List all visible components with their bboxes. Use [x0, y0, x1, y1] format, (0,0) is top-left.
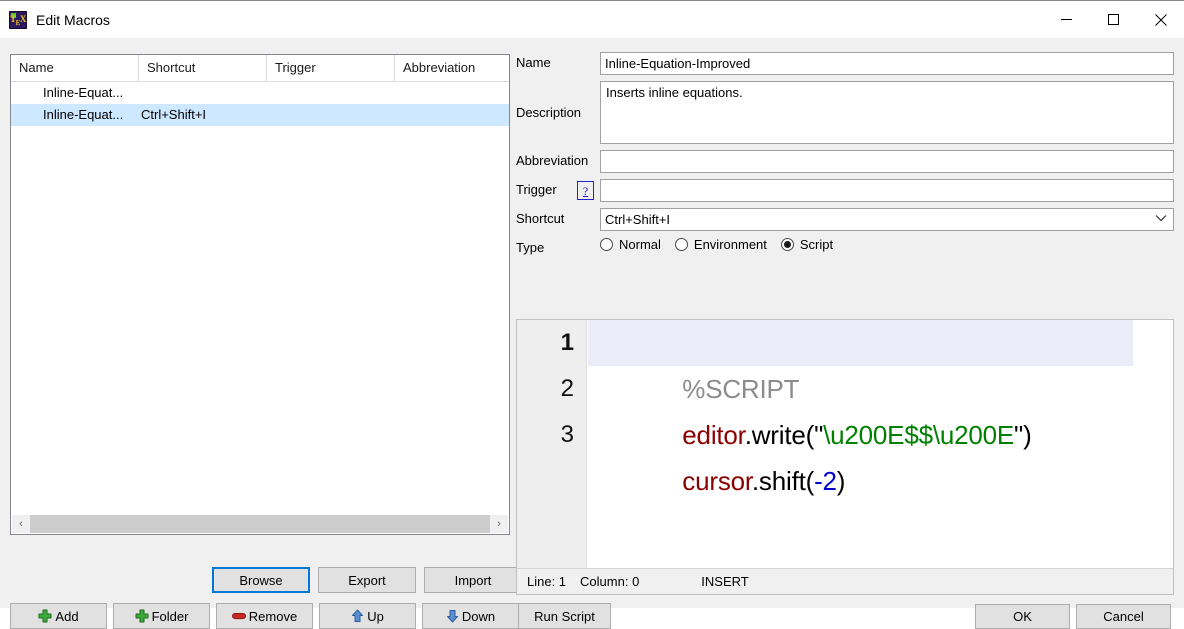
list-edit-buttons: Add Folder Remove Up Down [10, 603, 519, 629]
remove-button-label: Remove [248, 608, 298, 624]
move-down-button[interactable]: Down [422, 603, 519, 629]
add-button-label: Add [55, 608, 79, 624]
editor-status-bar: Line: 1 Column: 0 INSERT [517, 568, 1173, 594]
move-up-button-label: Up [367, 608, 384, 624]
line-number: 3 [560, 421, 574, 448]
status-line: Line: 1 [527, 574, 567, 589]
table-row[interactable]: Inline-Equat... Ctrl+Shift+I [11, 104, 509, 126]
type-radio-group: Normal Environment Script [600, 237, 847, 252]
status-insert-mode: INSERT [701, 574, 749, 589]
run-script-button[interactable]: Run Script [518, 603, 611, 629]
move-up-button[interactable]: Up [319, 603, 416, 629]
radio-script[interactable]: Script [780, 237, 834, 252]
code-token: ") [1014, 420, 1032, 450]
arrow-down-icon [446, 609, 459, 623]
shortcut-selected-value: Ctrl+Shift+I [605, 212, 671, 227]
edit-macros-dialog: TEX Edit Macros Name Shortcut Trigger Ab… [0, 0, 1184, 629]
code-token: .write(" [744, 420, 824, 450]
chevron-down-icon [1155, 209, 1169, 230]
radio-script-indicator [780, 238, 794, 251]
macro-list-header: Name Shortcut Trigger Abbreviation [11, 55, 509, 82]
title-bar: TEX Edit Macros [0, 0, 1184, 38]
column-header-name[interactable]: Name [11, 55, 139, 81]
code-token: \u200E$$\u200E [823, 420, 1015, 450]
abbreviation-input[interactable] [600, 150, 1174, 173]
plus-icon [135, 609, 149, 623]
trigger-row: Trigger ? [516, 179, 1174, 202]
macro-list[interactable]: Name Shortcut Trigger Abbreviation Inlin… [10, 54, 510, 535]
export-button[interactable]: Export [318, 567, 416, 593]
abbreviation-row: Abbreviation [516, 150, 1174, 173]
radio-environment[interactable]: Environment [674, 237, 767, 252]
add-button[interactable]: Add [10, 603, 107, 629]
description-textarea[interactable]: Inserts inline equations. [600, 81, 1174, 144]
code-token: editor [682, 420, 745, 450]
shortcut-row: Shortcut Ctrl+Shift+I [516, 208, 1174, 231]
plus-icon [38, 609, 52, 623]
minus-icon [231, 612, 246, 620]
scrollbar-thumb[interactable] [30, 515, 490, 533]
table-row[interactable]: Inline-Equat... [11, 82, 509, 104]
shortcut-select[interactable]: Ctrl+Shift+I [600, 208, 1174, 231]
line-number: 1 [560, 329, 574, 356]
script-editor[interactable]: 1 2 3 %SCRIPT editor.write("\u200E$$\u20… [517, 320, 1173, 568]
description-label: Description [516, 105, 582, 120]
code-token: cursor [682, 466, 752, 496]
radio-normal[interactable]: Normal [600, 237, 661, 252]
radio-script-label: Script [799, 237, 834, 252]
trigger-label-group: Trigger ? [516, 179, 600, 201]
window-title: Edit Macros [36, 11, 110, 28]
dialog-body: Name Shortcut Trigger Abbreviation Inlin… [0, 38, 1184, 629]
name-label: Name [516, 55, 551, 70]
column-header-abbreviation[interactable]: Abbreviation [395, 55, 509, 81]
arrow-up-icon [351, 609, 364, 623]
script-editor-panel: 1 2 3 %SCRIPT editor.write("\u200E$$\u20… [516, 319, 1174, 595]
radio-normal-label: Normal [619, 237, 661, 252]
row-shortcut: Ctrl+Shift+I [141, 107, 207, 122]
horizontal-scrollbar[interactable]: ‹ › [12, 514, 508, 533]
name-input[interactable]: Inline-Equation-Improved [600, 52, 1174, 75]
radio-environment-indicator [674, 238, 688, 251]
status-column: Column: 0 [580, 574, 640, 589]
code-area[interactable]: %SCRIPT editor.write("\u200E$$\u200E") c… [588, 320, 1173, 568]
code-token: %SCRIPT [682, 374, 800, 404]
row-name: Inline-Equat... [43, 107, 124, 122]
scroll-right-icon[interactable]: › [490, 515, 508, 533]
import-button[interactable]: Import [424, 567, 522, 593]
maximize-button[interactable] [1090, 1, 1137, 38]
name-row: Name Inline-Equation-Improved [516, 52, 1174, 75]
texstudio-icon: TEX [9, 10, 27, 29]
column-header-trigger[interactable]: Trigger [267, 55, 395, 81]
help-icon[interactable]: ? [577, 181, 594, 200]
minimize-button[interactable] [1043, 1, 1090, 38]
remove-button[interactable]: Remove [216, 603, 313, 629]
window-controls [1043, 1, 1184, 38]
code-token: .shift( [751, 466, 815, 496]
radio-normal-indicator [600, 238, 613, 251]
macro-properties-form: Name Inline-Equation-Improved Descriptio… [516, 52, 1174, 265]
code-token: -2 [814, 466, 837, 496]
shortcut-label: Shortcut [516, 211, 565, 226]
code-token: ) [836, 466, 846, 496]
close-button[interactable] [1137, 1, 1184, 38]
row-name: Inline-Equat... [43, 85, 124, 100]
code-line[interactable]: %SCRIPT [588, 320, 1133, 404]
folder-button[interactable]: Folder [113, 603, 210, 629]
type-label: Type [516, 240, 545, 255]
trigger-input[interactable] [600, 179, 1174, 202]
line-number: 2 [560, 375, 574, 402]
move-down-button-label: Down [461, 608, 496, 624]
trigger-label: Trigger [516, 182, 557, 197]
scroll-left-icon[interactable]: ‹ [12, 515, 30, 533]
radio-environment-label: Environment [693, 237, 767, 252]
browse-button[interactable]: Browse [212, 567, 310, 593]
type-row-wrap: Type Normal Environment Script [516, 237, 1174, 259]
column-header-shortcut[interactable]: Shortcut [139, 55, 267, 81]
folder-button-label: Folder [151, 608, 189, 624]
list-file-buttons: Browse Export Import [212, 567, 522, 593]
abbreviation-label: Abbreviation [516, 153, 589, 168]
line-number-gutter: 1 2 3 [517, 320, 587, 568]
description-row: Description Inserts inline equations. [516, 81, 1174, 144]
